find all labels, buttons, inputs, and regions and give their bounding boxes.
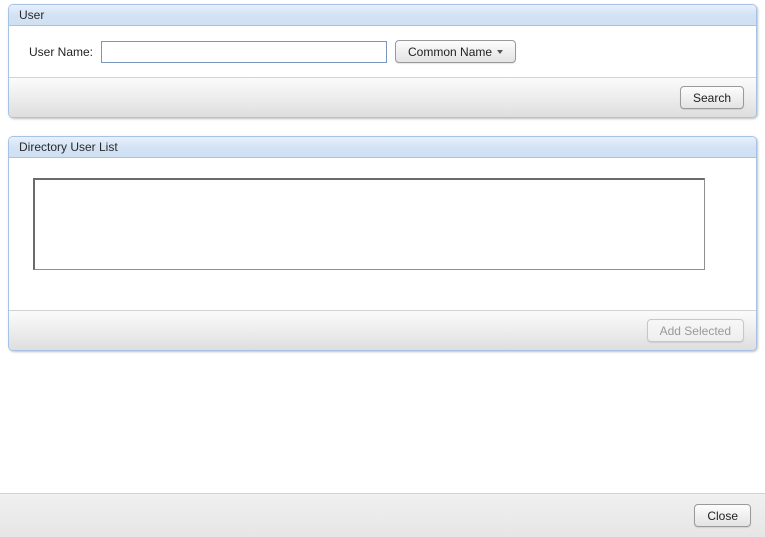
chevron-down-icon <box>497 50 503 54</box>
directory-panel-title: Directory User List <box>19 140 118 154</box>
user-panel-header: User <box>9 5 756 26</box>
user-panel: User User Name: Common Name Search <box>8 4 757 118</box>
user-panel-title: User <box>19 8 44 22</box>
search-type-label: Common Name <box>408 45 492 59</box>
directory-user-listbox[interactable] <box>33 178 705 270</box>
close-button[interactable]: Close <box>694 504 751 527</box>
user-name-input[interactable] <box>101 41 387 63</box>
user-panel-footer: Search <box>9 77 756 117</box>
user-panel-body: User Name: Common Name <box>9 26 756 77</box>
search-button[interactable]: Search <box>680 86 744 109</box>
directory-panel-body <box>9 158 756 310</box>
user-name-row: User Name: Common Name <box>29 40 740 63</box>
bottom-bar: Close <box>0 493 765 537</box>
directory-panel-footer: Add Selected <box>9 310 756 350</box>
user-name-label: User Name: <box>29 45 93 59</box>
directory-panel: Directory User List Add Selected <box>8 136 757 351</box>
search-type-dropdown[interactable]: Common Name <box>395 40 516 63</box>
add-selected-button[interactable]: Add Selected <box>647 319 744 342</box>
directory-panel-header: Directory User List <box>9 137 756 158</box>
